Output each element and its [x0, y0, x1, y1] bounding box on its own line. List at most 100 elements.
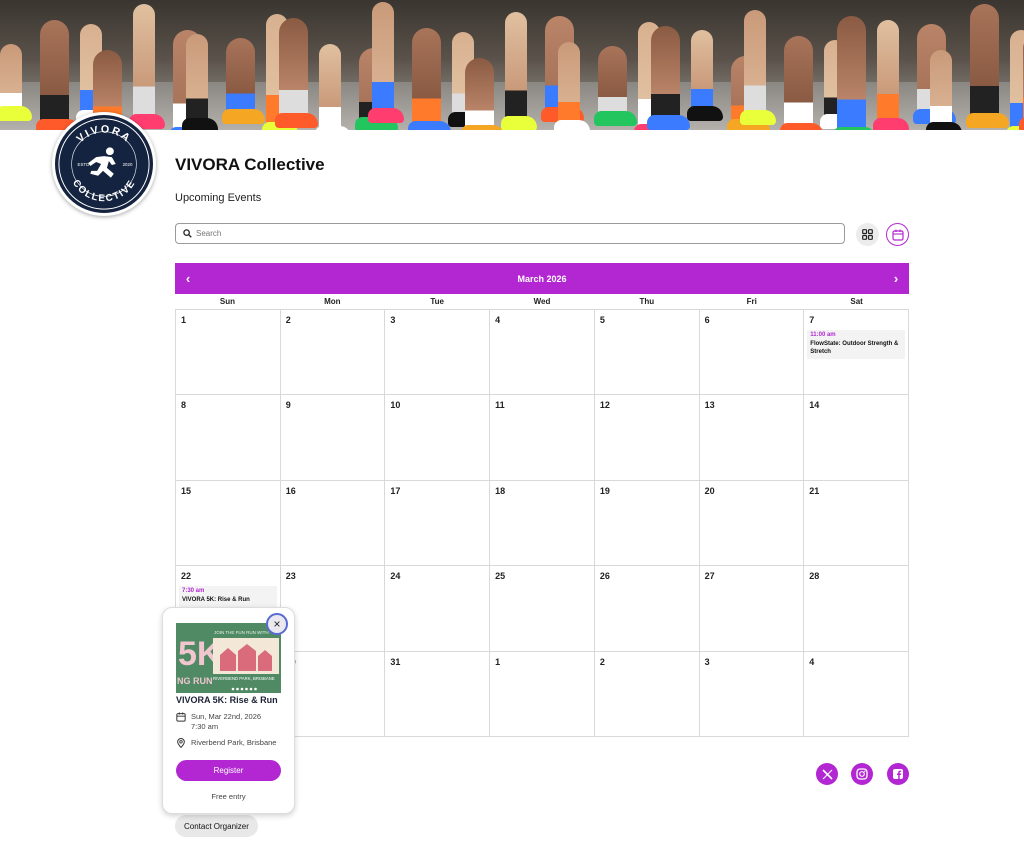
x-social-button[interactable]	[816, 763, 838, 785]
popup-date-row: Sun, Mar 22nd, 2026 7:30 am	[176, 712, 261, 731]
runner-shoe	[275, 113, 318, 128]
runner-leg	[837, 16, 866, 130]
calendar-month-label: March 2026	[517, 273, 567, 284]
calendar-day-cell[interactable]: 17	[385, 480, 491, 567]
day-number: 25	[495, 571, 506, 582]
runner-shoe	[780, 123, 823, 130]
contact-organizer-button[interactable]: Contact Organizer	[175, 815, 258, 837]
runner-shoe	[833, 127, 876, 130]
svg-text:VIVORA: VIVORA	[74, 123, 133, 145]
runner-shoe	[594, 111, 637, 126]
calendar-day-cell[interactable]: 11	[490, 395, 595, 481]
register-button[interactable]: Register	[176, 760, 281, 781]
instagram-social-button[interactable]	[851, 763, 873, 785]
runner-leg	[279, 18, 308, 121]
calendar-day-cell[interactable]: 14	[804, 395, 909, 481]
calendar-day-cell[interactable]: 9	[280, 395, 386, 481]
day-number: 13	[704, 400, 715, 411]
weekday-label: Thu	[639, 297, 655, 306]
calendar-day-cell[interactable]: 4	[804, 651, 909, 737]
calendar-day-cell[interactable]: 5	[594, 310, 700, 396]
day-number: 11	[495, 400, 505, 411]
svg-text:COLLECTIVE: COLLECTIVE	[70, 178, 138, 205]
calendar-day-cell[interactable]: 19	[594, 480, 700, 567]
calendar-day-cell[interactable]: 16	[280, 480, 386, 567]
weekday-label: Sun	[219, 297, 235, 306]
next-month-button[interactable]: ›	[883, 263, 909, 294]
calendar-day-cell[interactable]: 21	[804, 480, 909, 567]
chevron-right-icon: ›	[893, 271, 899, 286]
calendar-day-cell[interactable]: 1	[176, 310, 281, 396]
runner-leg	[558, 42, 580, 128]
runner-leg	[691, 30, 713, 114]
popup-event-date: Sun, Mar 22nd, 2026	[191, 712, 262, 721]
grid-view-button[interactable]	[856, 223, 879, 246]
calendar-day-cell[interactable]: 20	[699, 480, 805, 567]
runner-shoe	[1019, 117, 1024, 130]
runner-shoe	[0, 106, 32, 121]
calendar-day-cell[interactable]: 26	[594, 566, 700, 652]
weekday-label: Tue	[430, 297, 444, 306]
event-time: 11:00 am	[810, 332, 836, 338]
runner-shoe	[687, 106, 723, 121]
calendar-day-cell[interactable]: 24	[385, 566, 491, 652]
runner-leg	[744, 10, 766, 118]
event-image: 5K NG RUN JOIN THE FUN RUN WITH RIVERBEN…	[176, 623, 281, 693]
calendar-day-cell[interactable]: 4	[490, 310, 595, 396]
calendar-day-cell[interactable]: 12	[594, 395, 700, 481]
calendar-day-cell[interactable]: 10	[385, 395, 491, 481]
day-number: 2	[285, 315, 291, 325]
calendar-icon	[891, 229, 904, 241]
day-number: 15	[181, 485, 192, 496]
weekday-label: Sat	[850, 297, 863, 306]
calendar-day-cell[interactable]: 3	[699, 651, 805, 737]
calendar-day-cell[interactable]: 7 11:00 am FlowState: Outdoor Strength & S…	[804, 310, 909, 396]
calendar-day-cell[interactable]: 23	[280, 566, 386, 652]
prev-month-button[interactable]: ‹	[175, 263, 201, 294]
calendar-day-cell[interactable]: 1	[490, 651, 595, 737]
calendar-day-cell[interactable]: 25	[490, 566, 595, 652]
day-number: 16	[285, 485, 296, 496]
day-number: 14	[809, 400, 820, 411]
runner-leg	[1010, 30, 1024, 130]
event-image-bottom-text: RIVERBEND PARK, BRISBANE	[213, 676, 275, 681]
calendar-day-cell[interactable]: 3	[385, 310, 491, 396]
search-input[interactable]	[196, 229, 796, 238]
price-note: Free entry	[211, 792, 246, 801]
runner-shoe	[222, 109, 265, 124]
runner-leg	[505, 12, 527, 124]
runner-shoe	[554, 120, 590, 130]
calendar-day-cell[interactable]: 6	[699, 310, 805, 396]
calendar-day-cell[interactable]: 30	[280, 651, 386, 737]
day-number: 24	[390, 571, 401, 582]
calendar-event-entry[interactable]: 7:30 am VIVORA 5K: Rise & Run	[179, 586, 277, 608]
close-popup-button[interactable]: ×	[266, 613, 288, 635]
event-name: FlowState: Outdoor Strength & Stretch	[810, 341, 899, 355]
day-number: 21	[809, 485, 820, 496]
calendar-icon	[176, 712, 186, 722]
calendar-day-cell[interactable]: 31	[385, 651, 491, 737]
calendar-view-button[interactable]	[886, 223, 909, 246]
calendar-day-cell[interactable]: 2	[594, 651, 700, 737]
calendar-day-cell[interactable]: 13	[699, 395, 805, 481]
event-time: 7:30 am	[182, 588, 205, 595]
runner-leg	[0, 44, 22, 114]
calendar-day-cell[interactable]: 28	[804, 566, 909, 652]
chevron-left-icon: ‹	[185, 271, 191, 286]
calendar-day-cell[interactable]: 2	[280, 310, 386, 396]
popup-event-location: Riverbend Park, Brisbane	[191, 738, 277, 747]
day-number: 22	[181, 571, 192, 582]
calendar-day-cell[interactable]: 8	[176, 395, 281, 481]
calendar-day-cell[interactable]: 18	[490, 480, 595, 567]
popup-location-row: Riverbend Park, Brisbane	[176, 738, 276, 748]
search-box[interactable]	[175, 223, 845, 244]
calendar-event-entry[interactable]: 11:00 am FlowState: Outdoor Strength & St…	[807, 330, 905, 359]
runner-shoe	[873, 118, 909, 130]
facebook-social-button[interactable]	[887, 763, 909, 785]
logo-year: 2020	[123, 162, 133, 167]
calendar-day-cell[interactable]: 27	[699, 566, 805, 652]
calendar-day-cell[interactable]: 15	[176, 480, 281, 567]
event-popup: 5K NG RUN JOIN THE FUN RUN WITH RIVERBEN…	[162, 607, 295, 814]
runner-leg	[877, 20, 899, 126]
runner-leg	[319, 44, 341, 130]
